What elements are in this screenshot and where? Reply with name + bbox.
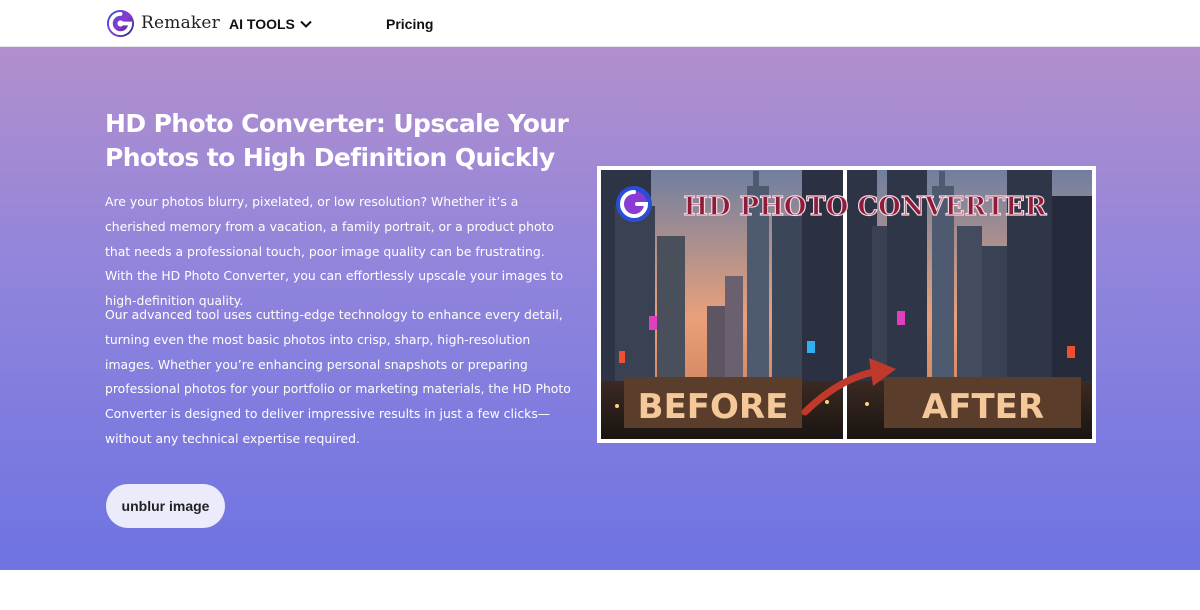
brand-name[interactable]: Remaker: [141, 13, 220, 33]
hero-section: HD Photo Converter: Upscale Your Photos …: [0, 47, 1200, 570]
remaker-logo-icon[interactable]: [106, 9, 135, 38]
top-navbar: Remaker AI TOOLS Pricing: [0, 0, 1200, 47]
nav-pricing[interactable]: Pricing: [386, 16, 433, 32]
intro-paragraph: Are your photos blurry, pixelated, or lo…: [105, 194, 564, 309]
nav-ai-tools[interactable]: AI TOOLS: [229, 16, 312, 32]
remaker-badge-icon: [616, 186, 652, 222]
illustration-heading: HD PHOTO CONVERTER: [684, 192, 1047, 222]
after-label: AFTER: [922, 387, 1044, 427]
page-title: HD Photo Converter: Upscale Your Photos …: [105, 109, 569, 172]
before-label: BEFORE: [638, 387, 789, 427]
before-after-illustration: HD PHOTO CONVERTER BEFORE AFTER: [597, 166, 1096, 443]
details-paragraph: Our advanced tool uses cutting-edge tech…: [105, 307, 571, 446]
nav-ai-tools-label: AI TOOLS: [229, 16, 295, 32]
city-before-after-image: HD PHOTO CONVERTER BEFORE AFTER: [601, 170, 1092, 439]
chevron-down-icon: [300, 20, 312, 28]
unblur-image-button[interactable]: unblur image: [106, 484, 225, 528]
page-bottom-area: [0, 570, 1200, 610]
